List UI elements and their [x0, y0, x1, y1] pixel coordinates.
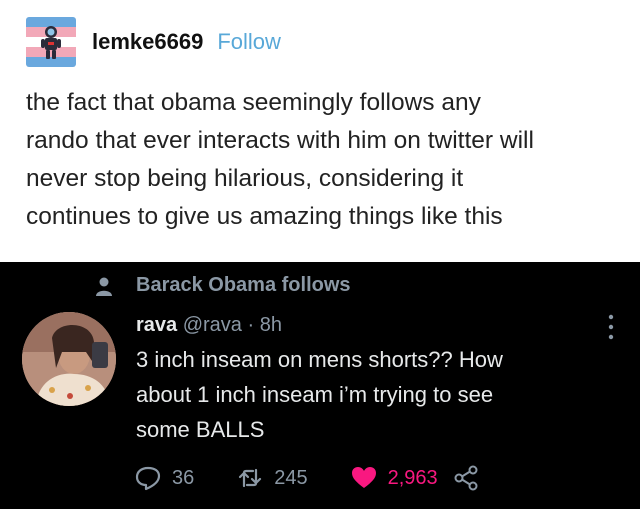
tweet-text-line: 3 inch inseam on mens shorts?? How: [136, 347, 503, 372]
retweet-count: 245: [274, 466, 308, 489]
post-text-line: rando that ever interacts with him on tw…: [26, 127, 534, 154]
social-context-label: Barack Obama follows: [136, 274, 351, 296]
like-button[interactable]: 2,963: [350, 464, 438, 492]
person-icon: [96, 277, 112, 296]
tweet-actions: 36 245 2,963: [134, 464, 480, 492]
tweet-text-line: about 1 inch inseam i’m trying to see: [136, 382, 494, 407]
retweet-button[interactable]: 245: [236, 464, 308, 492]
tweet-social-context: Barack Obama follows: [94, 274, 351, 297]
tweet-text: 3 inch inseam on mens shorts?? How about…: [136, 342, 576, 447]
post-text-line: never stop being hilarious, considering …: [26, 165, 464, 192]
post-body: the fact that obama seemingly follows an…: [26, 84, 626, 236]
tweet-screenshot: Barack Obama follows rava @rava · 8h 3 i…: [0, 262, 640, 509]
tweet-meta: rava @rava · 8h: [136, 312, 576, 338]
profile-photo: [22, 312, 116, 406]
tweet-avatar[interactable]: [22, 312, 116, 406]
meta-separator: ·: [247, 314, 255, 336]
share-button[interactable]: [452, 464, 480, 492]
reply-count: 36: [172, 466, 195, 489]
tweet-author-handle[interactable]: @rava: [183, 314, 242, 336]
share-icon: [454, 465, 478, 491]
tweet-text-line: some BALLS: [136, 417, 265, 442]
reply-button[interactable]: 36: [134, 464, 194, 492]
astronaut-icon: [41, 26, 61, 59]
tweet-time[interactable]: 8h: [260, 314, 282, 336]
follow-button[interactable]: Follow: [217, 29, 281, 55]
user-avatar[interactable]: [26, 17, 76, 67]
post-text-line: the fact that obama seemingly follows an…: [26, 89, 481, 116]
tweet-content: rava @rava · 8h 3 inch inseam on mens sh…: [136, 312, 576, 447]
like-count: 2,963: [387, 466, 438, 489]
more-icon[interactable]: [608, 314, 614, 340]
retweet-icon: [239, 468, 262, 488]
post-text-line: continues to give us amazing things like…: [26, 203, 503, 230]
post-header: lemke6669 Follow: [26, 16, 281, 68]
tweet-author-name[interactable]: rava: [136, 314, 177, 336]
post-username[interactable]: lemke6669: [92, 29, 203, 55]
heart-icon: [351, 467, 376, 488]
reply-icon: [135, 466, 161, 491]
